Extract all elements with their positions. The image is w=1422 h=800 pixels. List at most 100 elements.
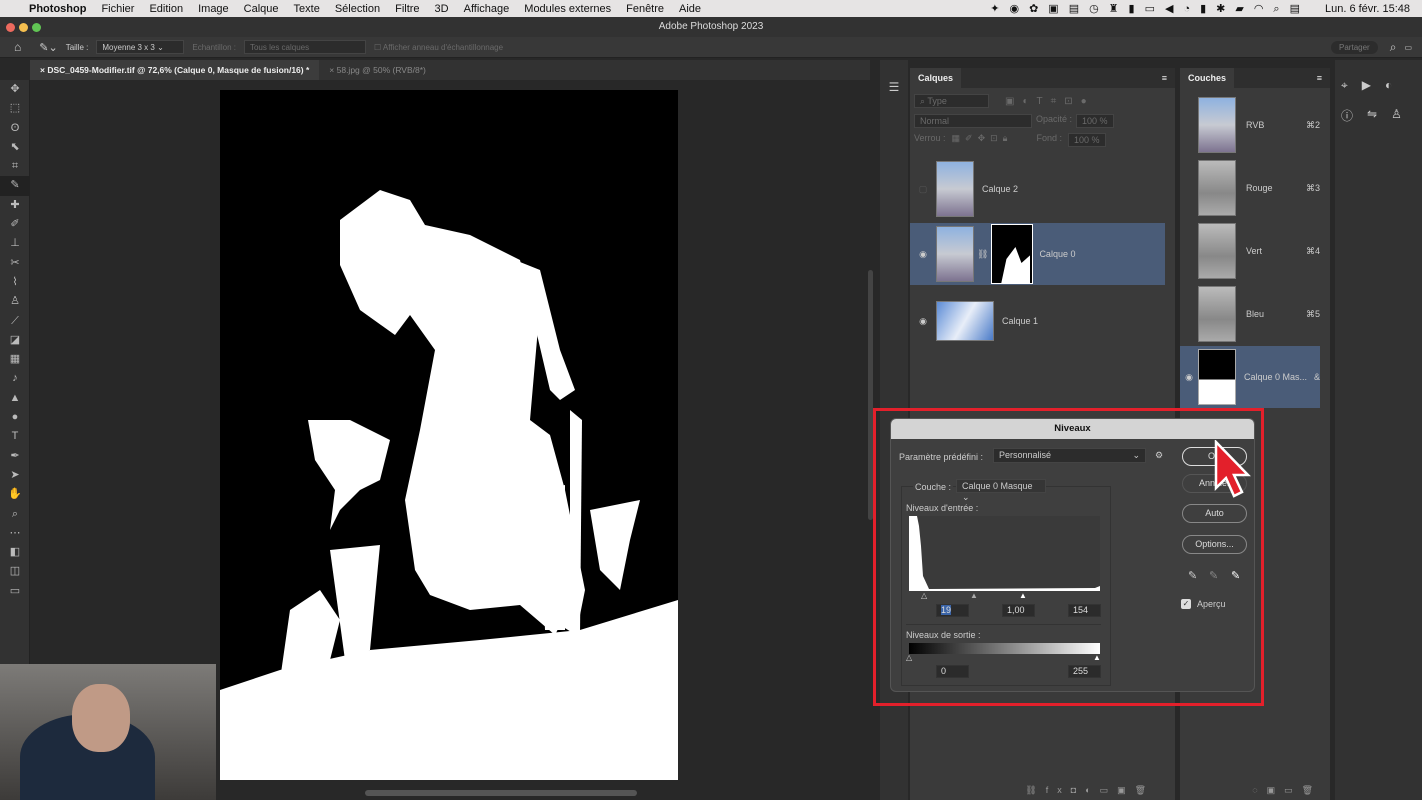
info-icon[interactable]: ⓘ: [1341, 107, 1353, 124]
minimize-window-button[interactable]: [19, 23, 28, 32]
eye-icon[interactable]: ◉: [910, 316, 936, 327]
dodge-tool-icon[interactable]: ♪: [0, 369, 30, 388]
tab-58-jpg[interactable]: × 58.jpg @ 50% (RVB/8*): [319, 60, 436, 80]
pen-tool-icon[interactable]: ✒: [0, 447, 30, 466]
menu-affichage[interactable]: Affichage: [464, 3, 510, 15]
path-select-tool-icon[interactable]: ➤: [0, 466, 30, 485]
gradient-tool-icon[interactable]: ▦: [0, 350, 30, 369]
panel-menu-icon[interactable]: ≡: [1154, 68, 1175, 88]
crop-tool-icon[interactable]: ⌗: [0, 157, 30, 176]
layer-row-calque-1[interactable]: ◉ Calque 1: [910, 290, 1165, 352]
tab-calques[interactable]: Calques: [910, 68, 962, 88]
mixer-brush-icon[interactable]: ⟋: [0, 312, 30, 331]
layer-filter-select[interactable]: ⌕ Type: [914, 94, 989, 108]
layer-row-calque-2[interactable]: ▢ Calque 2: [910, 158, 1165, 220]
menu-selection[interactable]: Sélection: [335, 3, 380, 15]
gray-eyedropper-icon[interactable]: ✎: [1209, 569, 1218, 582]
blur-tool-icon[interactable]: ▲: [0, 389, 30, 408]
color-swatches-icon[interactable]: ◧: [0, 543, 30, 562]
eyedropper-tool-icon[interactable]: ✎: [0, 176, 30, 196]
menu-app[interactable]: Photoshop: [29, 3, 86, 15]
size-select[interactable]: Moyenne 3 x 3 ⌄: [96, 40, 185, 54]
home-icon[interactable]: ⌂: [14, 40, 21, 54]
channel-row-rouge[interactable]: Rouge ⌘3: [1180, 157, 1320, 219]
channel-row-vert[interactable]: Vert ⌘4: [1180, 220, 1320, 282]
quick-mask-icon[interactable]: ◫: [0, 562, 30, 581]
eraser-tool-icon[interactable]: ◪: [0, 331, 30, 350]
tab-dsc-0459[interactable]: × DSC_0459-Modifier.tif @ 72,6% (Calque …: [30, 60, 320, 80]
output-white-field[interactable]: 255: [1068, 665, 1101, 678]
menu-filtre[interactable]: Filtre: [395, 3, 419, 15]
panel-menu-icon[interactable]: ≡: [1309, 68, 1330, 88]
channel-actions[interactable]: ◌▣▭🗑︎: [1252, 785, 1322, 796]
history-brush-icon[interactable]: ✂: [0, 254, 30, 273]
lasso-tool-icon[interactable]: ʘ: [0, 119, 30, 138]
tab-couches[interactable]: Couches: [1180, 68, 1235, 88]
object-select-tool-icon[interactable]: ⬉: [0, 138, 30, 157]
sponge-tool-icon[interactable]: ●: [0, 408, 30, 427]
auto-button[interactable]: Auto: [1182, 504, 1247, 523]
channels-icon[interactable]: ⇋: [1367, 107, 1377, 124]
layer-row-calque-0[interactable]: ◉ ⛓ Calque 0: [910, 223, 1165, 285]
channel-row-mask[interactable]: ◉ Calque 0 Mas... &: [1180, 346, 1320, 408]
brush-tool-icon[interactable]: ✐: [0, 215, 30, 234]
menu-calque[interactable]: Calque: [244, 3, 279, 15]
output-black-slider[interactable]: △: [906, 653, 912, 662]
channel-row-rvb[interactable]: RVB ⌘2: [1180, 94, 1320, 156]
channel-row-bleu[interactable]: Bleu ⌘5: [1180, 283, 1320, 345]
filter-icons[interactable]: ▣◐T⌗⊡●: [1005, 96, 1095, 107]
close-window-button[interactable]: [6, 23, 15, 32]
options-button[interactable]: Options...: [1182, 535, 1247, 554]
menu-aide[interactable]: Aide: [679, 3, 701, 15]
lock-icons[interactable]: ▦✐✥⊡🔒︎: [952, 133, 1013, 147]
zoom-window-button[interactable]: [32, 23, 41, 32]
close-tab-icon[interactable]: ×: [329, 65, 336, 75]
marquee-tool-icon[interactable]: ⬚: [0, 99, 30, 118]
output-white-slider[interactable]: ▲: [1093, 653, 1101, 662]
healing-tool-icon[interactable]: ✚: [0, 196, 30, 215]
input-white-field[interactable]: 154: [1068, 604, 1101, 617]
eye-icon[interactable]: ◉: [1180, 372, 1198, 383]
workspace-icon[interactable]: ▭: [1404, 43, 1412, 52]
menu-modules[interactable]: Modules externes: [524, 3, 611, 15]
document-canvas[interactable]: [220, 90, 678, 780]
menu-texte[interactable]: Texte: [294, 3, 320, 15]
white-eyedropper-icon[interactable]: ✎: [1231, 569, 1240, 582]
zoom-tool-icon[interactable]: ⌕: [0, 505, 30, 524]
visibility-toggle[interactable]: ▢: [910, 184, 936, 195]
input-gamma-slider[interactable]: ▲: [970, 591, 978, 600]
play-icon[interactable]: ▶: [1362, 78, 1371, 93]
move-tool-icon[interactable]: ✥: [0, 80, 30, 99]
preview-checkbox[interactable]: ✓: [1181, 599, 1191, 609]
input-gamma-field[interactable]: 1,00: [1002, 604, 1035, 617]
properties-icon[interactable]: ☰: [880, 80, 908, 94]
type-tool-icon[interactable]: T: [0, 427, 30, 446]
layer-actions[interactable]: ⛓fx◘◐▭▣🗑︎: [1025, 785, 1155, 796]
stamp-icon[interactable]: ♙: [0, 292, 30, 311]
fill-field[interactable]: 100 %: [1067, 133, 1106, 147]
channel-select[interactable]: Calque 0 Masque ⌄: [956, 479, 1046, 502]
preset-select[interactable]: Personnalisé ⌄: [993, 448, 1146, 463]
menu-3d[interactable]: 3D: [435, 3, 449, 15]
input-white-slider[interactable]: ▲: [1019, 591, 1027, 600]
hand-tool-icon[interactable]: ✋: [0, 485, 30, 504]
preset-gear-icon[interactable]: ⚙: [1155, 450, 1163, 461]
input-black-field[interactable]: 19: [936, 604, 969, 617]
stamp-panel-icon[interactable]: ♙: [1391, 107, 1402, 124]
opacity-field[interactable]: 100 %: [1076, 114, 1114, 128]
sample-ring-checkbox[interactable]: ☐ Afficher anneau d'échantillonnage: [374, 43, 503, 52]
horizontal-scrollbar[interactable]: [365, 790, 637, 796]
paint-brush-icon[interactable]: ⌇: [0, 273, 30, 292]
menu-image[interactable]: Image: [198, 3, 229, 15]
adjustments-icon[interactable]: ◐: [1385, 78, 1392, 93]
black-eyedropper-icon[interactable]: ✎: [1188, 569, 1197, 582]
menu-fichier[interactable]: Fichier: [101, 3, 134, 15]
eye-icon[interactable]: ◉: [910, 249, 936, 260]
layer-mask-thumbnail[interactable]: [991, 224, 1034, 284]
menu-edition[interactable]: Edition: [149, 3, 183, 15]
sample-select[interactable]: Tous les calques: [243, 40, 366, 54]
more-tools-icon[interactable]: ⋯: [0, 524, 30, 543]
search-icon[interactable]: ⌕: [1390, 40, 1397, 55]
input-black-slider[interactable]: △: [921, 591, 927, 600]
blend-mode-select[interactable]: Normal: [914, 114, 1032, 128]
